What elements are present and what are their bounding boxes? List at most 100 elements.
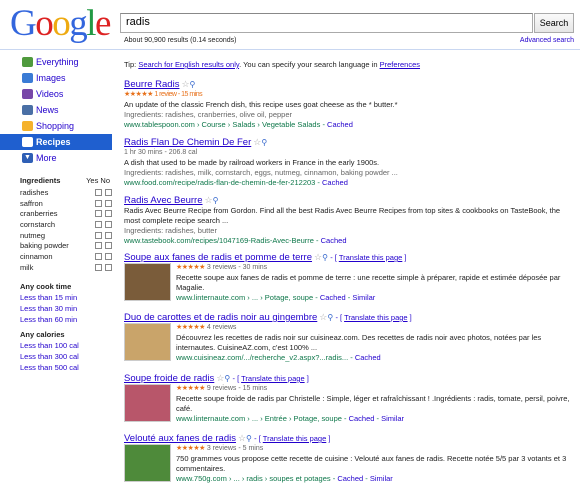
- magnifier-icon[interactable]: ⚲: [246, 434, 252, 443]
- ingredient-label: baking powder: [20, 241, 69, 251]
- ingredient-label: cornstarch: [20, 219, 56, 229]
- result-title[interactable]: Soupe froide de radis: [124, 373, 214, 384]
- recipe-thumbnail[interactable]: [124, 323, 171, 361]
- ingredient-label: cinnamon: [20, 251, 53, 261]
- recipe-thumbnail[interactable]: [124, 444, 171, 482]
- ingredient-no-checkbox[interactable]: [105, 242, 112, 250]
- recipe-thumbnail[interactable]: [124, 263, 171, 301]
- result-meta: 4 reviews: [206, 324, 237, 331]
- calories-title: Any calories: [20, 330, 65, 339]
- ingredient-yes-checkbox[interactable]: [95, 242, 102, 250]
- result-ingredients: Ingredients: radishes, cranberries, oliv…: [124, 110, 293, 119]
- similar-link[interactable]: Similar: [370, 474, 393, 483]
- result-meta: 9 reviews - 15 mins: [206, 385, 268, 392]
- cached-link[interactable]: Cached: [320, 293, 346, 302]
- result-ingredients: Ingredients: radishes, butter: [124, 226, 217, 235]
- translate-link[interactable]: Translate this page: [263, 434, 327, 443]
- ingredient-no-checkbox[interactable]: [105, 210, 112, 218]
- result-title[interactable]: Radis Flan De Chemin De Fer: [124, 137, 251, 148]
- ingredient-no-checkbox[interactable]: [105, 220, 112, 228]
- star-icon[interactable]: ☆: [181, 79, 189, 89]
- recipe-thumbnail[interactable]: [124, 384, 171, 422]
- result-url: www.tablespoon.com › Course › Salads › V…: [124, 120, 321, 129]
- ingredient-yes-checkbox[interactable]: [95, 220, 102, 228]
- magnifier-icon[interactable]: ⚲: [322, 253, 328, 262]
- yes-no-header: Yes No: [86, 176, 110, 185]
- translate-link[interactable]: Translate this page: [344, 313, 408, 322]
- cook-time-option[interactable]: Less than 60 min: [20, 315, 77, 326]
- ingredient-row: saffron: [20, 198, 112, 209]
- similar-link[interactable]: Similar: [352, 293, 375, 302]
- magnifier-icon[interactable]: ⚲: [327, 313, 333, 322]
- ingredient-no-checkbox[interactable]: [105, 231, 112, 239]
- result-title[interactable]: Duo de carottes et de radis noir au ging…: [124, 312, 317, 323]
- ingredient-label: saffron: [20, 198, 43, 208]
- cook-time-title: Any cook time: [20, 282, 72, 291]
- translate-link[interactable]: Translate this page: [241, 374, 305, 383]
- translate-link[interactable]: Translate this page: [339, 253, 403, 262]
- calories-option[interactable]: Less than 100 cal: [20, 341, 79, 352]
- ingredient-yes-checkbox[interactable]: [95, 199, 102, 207]
- cached-link[interactable]: Cached: [349, 414, 375, 423]
- search-result: Radis Flan De Chemin De Fer ☆⚲ 1 hr 30 mi…: [124, 137, 574, 188]
- result-title[interactable]: Radis Avec Beurre: [124, 195, 203, 206]
- ingredient-label: cranberries: [20, 209, 58, 219]
- result-title[interactable]: Soupe aux fanes de radis et pomme de ter…: [124, 252, 312, 263]
- magnifier-icon[interactable]: ⚲: [190, 80, 196, 89]
- nav-images[interactable]: Images: [0, 70, 112, 86]
- nav-everything[interactable]: Everything: [0, 54, 112, 70]
- result-snippet: Découvrez les recettes de radis noir sur…: [176, 333, 542, 352]
- magnifier-icon[interactable]: ⚲: [213, 196, 219, 205]
- advanced-search-link[interactable]: Advanced search: [520, 37, 574, 44]
- videos-icon: [22, 89, 33, 99]
- nav-news[interactable]: News: [0, 102, 112, 118]
- cook-time-option[interactable]: Less than 30 min: [20, 304, 77, 315]
- result-snippet: Recette soupe aux fanes de radis et pomm…: [176, 273, 561, 292]
- ingredient-no-checkbox[interactable]: [105, 188, 112, 196]
- ingredient-no-checkbox[interactable]: [105, 252, 112, 260]
- preferences-link[interactable]: Preferences: [380, 60, 420, 69]
- star-icon[interactable]: ☆: [205, 195, 213, 205]
- cook-time-option[interactable]: Less than 15 min: [20, 293, 77, 304]
- nav-videos[interactable]: Videos: [0, 86, 112, 102]
- result-snippet: Recette soupe froide de radis par Christ…: [176, 394, 570, 413]
- ingredient-row: radishes: [20, 187, 112, 198]
- cached-link[interactable]: Cached: [322, 178, 348, 187]
- english-only-link[interactable]: Search for English results only: [138, 60, 239, 69]
- cached-link[interactable]: Cached: [355, 353, 381, 362]
- result-url: www.linternaute.com › ... › Entrée › Pot…: [176, 414, 342, 423]
- ingredient-yes-checkbox[interactable]: [95, 210, 102, 218]
- ingredient-yes-checkbox[interactable]: [95, 263, 102, 271]
- result-title[interactable]: Beurre Radis: [124, 79, 179, 90]
- cached-link[interactable]: Cached: [327, 120, 353, 129]
- calories-option[interactable]: Less than 300 cal: [20, 352, 79, 363]
- google-logo[interactable]: Google: [10, 4, 111, 44]
- cached-link[interactable]: Cached: [337, 474, 363, 483]
- star-icon[interactable]: ☆: [314, 252, 322, 262]
- ingredient-no-checkbox[interactable]: [105, 263, 112, 271]
- cached-link[interactable]: Cached: [321, 236, 347, 245]
- result-url: www.750g.com › ... › radis › soupes et p…: [176, 474, 331, 483]
- result-meta: 3 reviews - 5 mins: [206, 445, 264, 452]
- ingredient-yes-checkbox[interactable]: [95, 188, 102, 196]
- ingredients-filter: Ingredients Yes No radishes saffron cranber…: [20, 176, 112, 273]
- similar-link[interactable]: Similar: [381, 414, 404, 423]
- nav-more[interactable]: ▼ More: [0, 150, 112, 166]
- result-title[interactable]: Velouté aux fanes de radis: [124, 433, 236, 444]
- magnifier-icon[interactable]: ⚲: [224, 374, 230, 383]
- search-input[interactable]: radis: [120, 13, 533, 33]
- nav-shopping[interactable]: Shopping: [0, 118, 112, 134]
- result-url: www.tastebook.com/recipes/1047169-Radis-…: [124, 236, 314, 245]
- ingredient-yes-checkbox[interactable]: [95, 231, 102, 239]
- nav-recipes[interactable]: Recipes: [0, 134, 112, 150]
- star-icon[interactable]: ☆: [238, 433, 246, 443]
- ingredient-no-checkbox[interactable]: [105, 199, 112, 207]
- search-result: Duo de carottes et de radis noir au ging…: [124, 312, 574, 363]
- ingredient-yes-checkbox[interactable]: [95, 252, 102, 260]
- rating-stars: ★★★★★: [176, 264, 205, 271]
- magnifier-icon[interactable]: ⚲: [261, 138, 267, 147]
- ingredient-row: baking powder: [20, 240, 112, 251]
- search-button[interactable]: Search: [534, 13, 574, 33]
- rating-stars: ★★★★★ 1 review - 15 mins: [124, 91, 203, 98]
- calories-option[interactable]: Less than 500 cal: [20, 363, 79, 374]
